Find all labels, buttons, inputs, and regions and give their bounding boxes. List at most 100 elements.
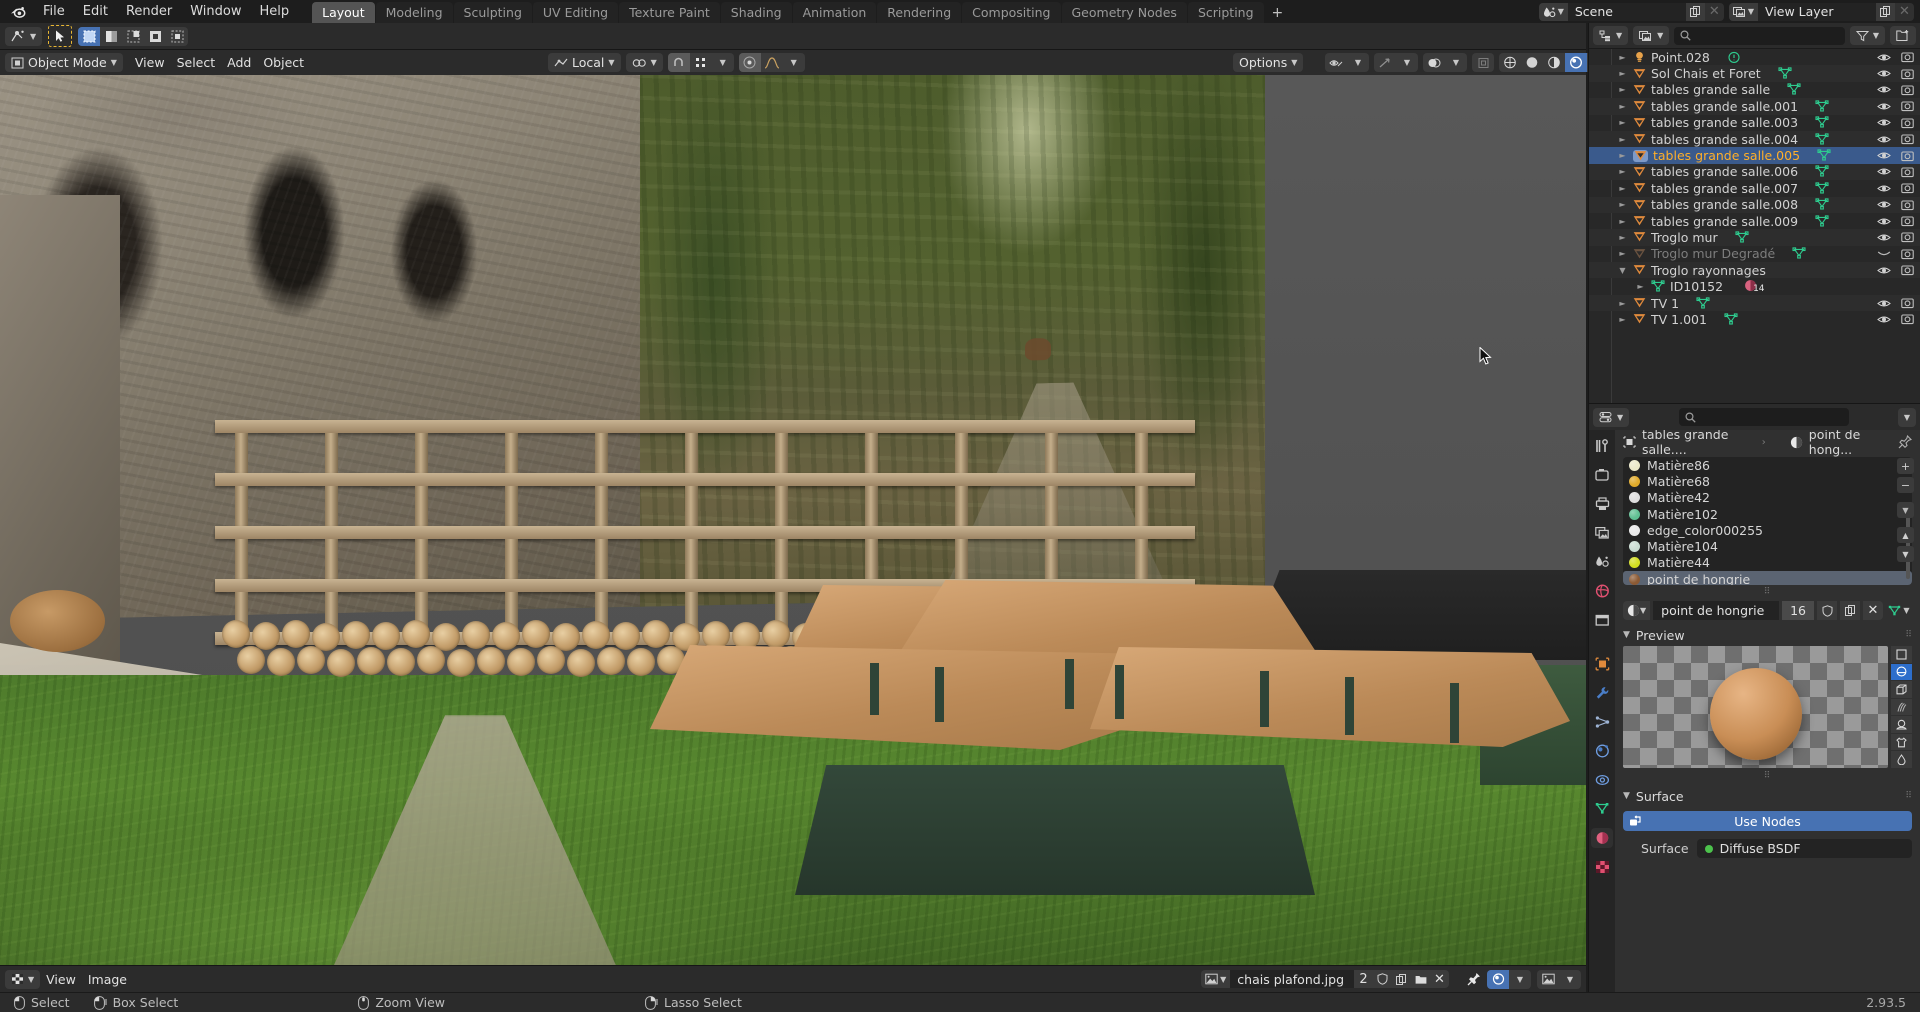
- preview-flat-icon[interactable]: [1891, 646, 1912, 663]
- tweak-tool-button[interactable]: [48, 25, 73, 47]
- properties-search-input[interactable]: [1678, 408, 1849, 426]
- disclosure-collapsed-icon[interactable]: ►: [1617, 200, 1628, 209]
- image-selector[interactable]: ▼ chais plafond.jpg 2 ✕: [1201, 970, 1449, 988]
- outliner-row[interactable]: ► ID10152 14: [1589, 278, 1920, 294]
- surface-panel-header[interactable]: ▼ Surface ⠿: [1615, 785, 1920, 807]
- disclosure-collapsed-icon[interactable]: ►: [1617, 118, 1628, 127]
- object-visibility-icon[interactable]: [1325, 53, 1347, 72]
- preview-sphere-icon[interactable]: [1891, 663, 1912, 681]
- disclosure-expanded-icon[interactable]: ▼: [1617, 266, 1628, 275]
- pin-icon[interactable]: [1467, 972, 1481, 986]
- hide-in-viewport-toggle[interactable]: [1877, 183, 1891, 194]
- tab-world[interactable]: [1591, 581, 1613, 601]
- hide-in-viewport-toggle[interactable]: [1877, 134, 1891, 145]
- mesh-data-icon[interactable]: [1815, 198, 1829, 211]
- outliner-display-mode-selector[interactable]: ▼: [1633, 26, 1670, 45]
- view-layer-remove-button[interactable]: ✕: [1895, 2, 1914, 21]
- select-invert-icon[interactable]: [144, 27, 166, 46]
- disable-in-renders-toggle[interactable]: [1901, 51, 1914, 63]
- render-pass-icon[interactable]: [1487, 969, 1509, 989]
- hide-in-viewport-toggle[interactable]: [1877, 84, 1891, 95]
- tab-view-layer[interactable]: [1591, 523, 1613, 543]
- disclosure-collapsed-icon[interactable]: ►: [1617, 102, 1628, 111]
- workspace-tab-layout[interactable]: Layout: [312, 2, 375, 23]
- mesh-data-icon[interactable]: [1815, 132, 1829, 146]
- disclosure-collapsed-icon[interactable]: ►: [1617, 53, 1628, 62]
- pin-id-icon[interactable]: [1898, 435, 1912, 449]
- outliner-row[interactable]: ▼ Troglo rayonnages: [1589, 262, 1920, 279]
- tab-texture[interactable]: [1591, 857, 1613, 877]
- material-preview-shading-icon[interactable]: [1543, 53, 1565, 72]
- material-slot-row[interactable]: Matière102: [1623, 506, 1912, 522]
- workspace-tab-uv-editing[interactable]: UV Editing: [532, 2, 619, 23]
- blender-logo-icon[interactable]: [0, 0, 34, 23]
- disclosure-collapsed-icon[interactable]: ►: [1617, 135, 1628, 144]
- options-button[interactable]: Options ▼: [1233, 53, 1304, 72]
- light-data-icon[interactable]: [1727, 51, 1741, 64]
- workspace-tab-scripting[interactable]: Scripting: [1187, 2, 1264, 23]
- preview-cloth-icon[interactable]: [1891, 733, 1912, 751]
- add-material-slot-button[interactable]: +: [1897, 458, 1914, 474]
- workspace-tab-sculpting[interactable]: Sculpting: [453, 2, 532, 23]
- workspace-tab-compositing[interactable]: Compositing: [962, 2, 1061, 23]
- wooden-tables-group[interactable]: [650, 580, 1586, 935]
- preview-shaderball-icon[interactable]: [1891, 716, 1912, 733]
- transform-orientation-selector[interactable]: Local ▼: [548, 53, 621, 72]
- menu-file[interactable]: File: [34, 2, 74, 22]
- editor-type-selector[interactable]: ▼: [5, 969, 41, 989]
- outliner-row[interactable]: ► tables grande salle.008: [1589, 196, 1920, 213]
- image-users-count[interactable]: 2: [1354, 970, 1373, 988]
- mesh-data-icon[interactable]: [1815, 100, 1829, 113]
- falloff-curve-icon[interactable]: [761, 53, 783, 72]
- disable-in-renders-toggle[interactable]: [1901, 84, 1914, 96]
- hide-in-viewport-toggle[interactable]: [1877, 314, 1891, 325]
- view-layer-new-button[interactable]: [1876, 2, 1895, 21]
- material-preview[interactable]: [1623, 646, 1912, 769]
- properties-options-button[interactable]: ▼: [1897, 407, 1916, 427]
- disclosure-collapsed-icon[interactable]: ►: [1617, 249, 1628, 258]
- disable-in-renders-toggle[interactable]: [1901, 182, 1914, 194]
- menu-help[interactable]: Help: [251, 2, 299, 22]
- menu-render[interactable]: Render: [117, 2, 181, 22]
- outliner-row[interactable]: ► tables grande salle: [1589, 82, 1920, 98]
- mesh-data-icon[interactable]: [1724, 313, 1738, 326]
- image-name[interactable]: chais plafond.jpg: [1230, 970, 1354, 988]
- disclosure-collapsed-icon[interactable]: ►: [1617, 167, 1628, 176]
- select-intersect-icon[interactable]: [166, 27, 188, 46]
- solid-shading-icon[interactable]: [1521, 53, 1543, 72]
- outliner-row[interactable]: ► tables grande salle.006: [1589, 163, 1920, 181]
- image-editor-menu-image[interactable]: Image: [82, 970, 133, 989]
- mesh-data-icon[interactable]: [1735, 231, 1749, 244]
- hide-in-viewport-toggle[interactable]: [1877, 298, 1891, 309]
- disclosure-collapsed-icon[interactable]: ►: [1635, 282, 1646, 291]
- workspace-tab-animation[interactable]: Animation: [792, 2, 877, 23]
- disclosure-collapsed-icon[interactable]: ►: [1617, 299, 1628, 308]
- mesh-data-icon[interactable]: [1815, 214, 1829, 228]
- hide-in-viewport-toggle[interactable]: [1877, 52, 1891, 63]
- outliner-row[interactable]: ► TV 1: [1589, 294, 1920, 312]
- material-slot-row[interactable]: point de hongrie: [1623, 571, 1912, 585]
- view-layer-name[interactable]: View Layer: [1758, 2, 1876, 21]
- tab-scene[interactable]: [1591, 552, 1613, 572]
- mesh-data-icon[interactable]: [1815, 182, 1829, 195]
- image-new-button[interactable]: [1392, 970, 1411, 988]
- tab-object[interactable]: [1591, 654, 1613, 674]
- outliner-row[interactable]: ► Troglo mur: [1589, 229, 1920, 246]
- breadcrumb-material-label[interactable]: point de hong...: [1809, 430, 1892, 457]
- viewport-menu-add[interactable]: Add: [221, 53, 257, 72]
- menu-window[interactable]: Window: [181, 2, 250, 22]
- image-editor-menu-view[interactable]: View: [40, 970, 82, 989]
- preview-cube-icon[interactable]: [1891, 681, 1912, 698]
- tab-material[interactable]: [1591, 828, 1613, 848]
- chevron-down-icon[interactable]: ▼: [1509, 970, 1531, 989]
- scene-selector[interactable]: ▼ Scene ✕: [1538, 2, 1724, 21]
- gizmo-icon[interactable]: [1374, 53, 1396, 72]
- image-fake-user-button[interactable]: [1373, 970, 1392, 988]
- outliner-row[interactable]: ► tables grande salle.007: [1589, 180, 1920, 196]
- viewport-3d[interactable]: [0, 75, 1586, 965]
- viewport-menu-object[interactable]: Object: [257, 53, 310, 72]
- hide-in-viewport-toggle[interactable]: [1877, 265, 1891, 276]
- scene-name[interactable]: Scene: [1567, 2, 1686, 21]
- image-icon[interactable]: ▼: [1201, 970, 1231, 988]
- scene-icon[interactable]: ▼: [1538, 2, 1568, 21]
